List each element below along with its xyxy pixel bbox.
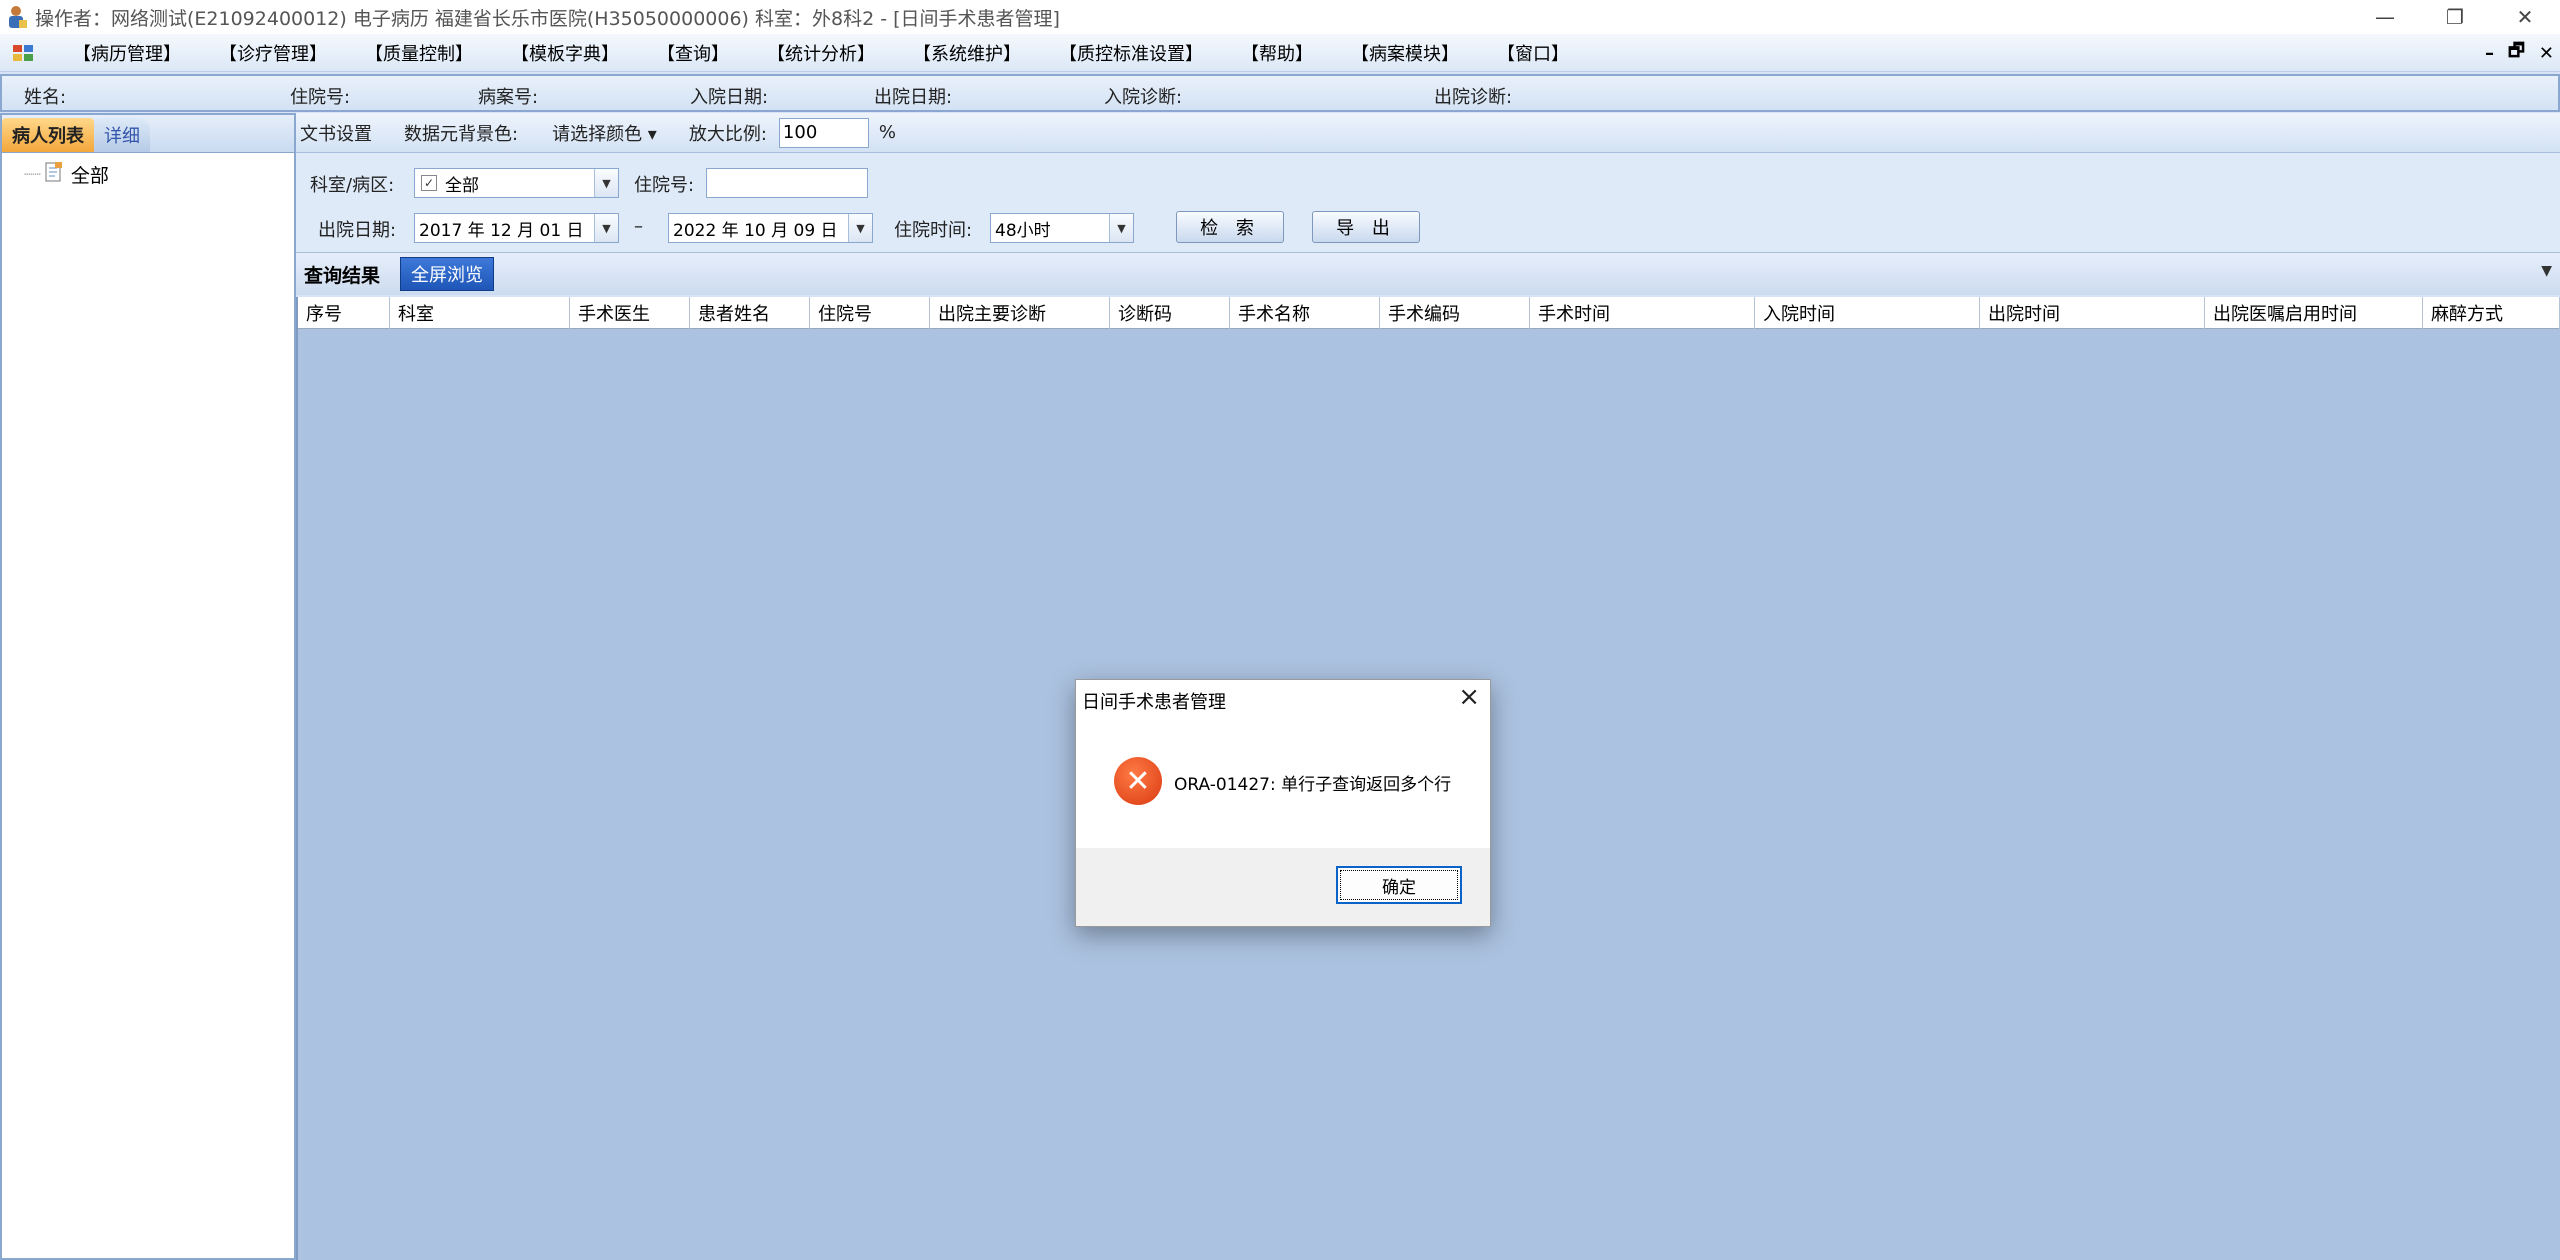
admit-date-label: 入院日期: bbox=[690, 87, 769, 108]
search-button[interactable]: 检 索 bbox=[1176, 211, 1284, 243]
inpatient-no-label: 住院号: bbox=[290, 87, 351, 108]
patient-info-strip: 姓名: 住院号: 病案号: 入院日期: 出院日期: 入院诊断: 出院诊断: bbox=[0, 74, 2560, 112]
date-from-value: 2017 年 12 月 01 日 bbox=[419, 220, 584, 241]
column-header[interactable]: 手术名称 bbox=[1230, 297, 1380, 329]
dept-select[interactable]: ✓ 全部 ▼ bbox=[414, 168, 619, 198]
menu-qc-standards[interactable]: 【质控标准设置】 bbox=[1040, 40, 1222, 66]
menu-statistics[interactable]: 【统计分析】 bbox=[748, 40, 894, 66]
stay-time-select[interactable]: 48小时 ▼ bbox=[990, 213, 1134, 243]
patient-list-panel: 病人列表 详细 ┈┈ 全部 bbox=[0, 113, 296, 1260]
dialog-title: 日间手术患者管理 bbox=[1082, 692, 1226, 713]
dept-value: 全部 bbox=[445, 175, 479, 196]
mdi-minimize-button[interactable]: – bbox=[2485, 43, 2494, 64]
zoom-input[interactable] bbox=[778, 117, 869, 148]
menu-medical-records[interactable]: 【病历管理】 bbox=[54, 40, 200, 66]
inpatient-no-filter-label: 住院号: bbox=[634, 175, 695, 196]
result-tabs: 查询结果 全屏浏览 ▼ bbox=[296, 253, 2560, 295]
mdi-close-button[interactable]: ✕ bbox=[2539, 43, 2554, 64]
patient-tree: ┈┈ 全部 bbox=[2, 153, 294, 1253]
app-icon bbox=[3, 4, 29, 30]
chevron-down-icon[interactable]: ▼ bbox=[848, 214, 872, 242]
menu-templates[interactable]: 【模板字典】 bbox=[492, 40, 638, 66]
window-title: 操作者：网络测试(E21092400012) 电子病历 福建省长乐市医院(H35… bbox=[35, 7, 1060, 30]
ok-button[interactable]: 确定 bbox=[1336, 866, 1462, 904]
column-header[interactable]: 手术编码 bbox=[1380, 297, 1530, 329]
doc-settings-button[interactable]: 文书设置 bbox=[300, 120, 372, 146]
date-to-picker[interactable]: 2022 年 10 月 09 日 ▼ bbox=[668, 213, 873, 243]
title-bar: 操作者：网络测试(E21092400012) 电子病历 福建省长乐市医院(H35… bbox=[0, 0, 2560, 34]
mdi-app-icon[interactable] bbox=[12, 43, 34, 63]
dialog-footer: 确定 bbox=[1076, 848, 1490, 926]
tab-detail[interactable]: 详细 bbox=[94, 118, 150, 152]
error-dialog: 日间手术患者管理 × ✕ ORA-01427: 单行子查询返回多个行 确定 bbox=[1075, 679, 1491, 927]
chevron-down-icon[interactable]: ▼ bbox=[1109, 214, 1133, 242]
grid-header: 序号 科室 手术医生 患者姓名 住院号 出院主要诊断 诊断码 手术名称 手术编码… bbox=[298, 297, 2560, 329]
zoom-unit: % bbox=[878, 122, 897, 143]
date-from-picker[interactable]: 2017 年 12 月 01 日 ▼ bbox=[414, 213, 619, 243]
discharge-diagnosis-label: 出院诊断: bbox=[1434, 87, 1513, 108]
discharge-date-filter-label: 出院日期: bbox=[318, 220, 397, 241]
panel-dropdown-icon[interactable]: ▼ bbox=[2541, 263, 2552, 279]
fullscreen-button[interactable]: 全屏浏览 bbox=[400, 257, 495, 291]
menu-bar: 【病历管理】 【诊疗管理】 【质量控制】 【模板字典】 【查询】 【统计分析】 … bbox=[0, 34, 2560, 72]
chevron-down-icon[interactable]: ▼ bbox=[594, 214, 618, 242]
discharge-date-label: 出院日期: bbox=[874, 87, 953, 108]
column-header[interactable]: 入院时间 bbox=[1755, 297, 1980, 329]
bg-color-label: 数据元背景色: bbox=[404, 123, 519, 145]
minimize-button[interactable]: — bbox=[2350, 0, 2420, 34]
column-header[interactable]: 患者姓名 bbox=[690, 297, 810, 329]
record-no-label: 病案号: bbox=[478, 87, 539, 108]
tab-query-results[interactable]: 查询结果 bbox=[304, 261, 380, 288]
document-toolstrip: 文书设置 数据元背景色: 请选择颜色 ▾ 放大比例: % bbox=[296, 113, 2560, 153]
close-button[interactable]: ✕ bbox=[2490, 0, 2560, 34]
menu-help[interactable]: 【帮助】 bbox=[1222, 40, 1332, 66]
column-header[interactable]: 出院医嘱启用时间 bbox=[2205, 297, 2423, 329]
column-header[interactable]: 诊断码 bbox=[1110, 297, 1230, 329]
tab-patient-list[interactable]: 病人列表 bbox=[2, 118, 94, 152]
choose-color-dropdown[interactable]: 请选择颜色 ▾ bbox=[552, 120, 657, 146]
inpatient-no-input[interactable] bbox=[706, 168, 868, 198]
stay-time-value: 48小时 bbox=[995, 220, 1051, 241]
column-header[interactable]: 住院号 bbox=[810, 297, 930, 329]
date-to-value: 2022 年 10 月 09 日 bbox=[673, 220, 838, 241]
menu-treatment[interactable]: 【诊疗管理】 bbox=[200, 40, 346, 66]
name-label: 姓名: bbox=[24, 87, 67, 108]
export-button[interactable]: 导 出 bbox=[1312, 211, 1420, 243]
menu-query[interactable]: 【查询】 bbox=[638, 40, 748, 66]
column-header[interactable]: 出院时间 bbox=[1980, 297, 2205, 329]
column-header[interactable]: 麻醉方式 bbox=[2423, 297, 2560, 329]
column-header[interactable]: 序号 bbox=[298, 297, 390, 329]
checkbox-icon[interactable]: ✓ bbox=[421, 175, 437, 191]
chevron-down-icon[interactable]: ▼ bbox=[594, 169, 618, 197]
admit-diagnosis-label: 入院诊断: bbox=[1104, 87, 1183, 108]
menu-window[interactable]: 【窗口】 bbox=[1478, 40, 1588, 66]
mdi-restore-button[interactable]: 🗗 bbox=[2508, 38, 2525, 68]
tree-node-all[interactable]: ┈┈ 全部 bbox=[24, 161, 109, 188]
date-separator: – bbox=[634, 216, 643, 237]
dialog-close-icon[interactable]: × bbox=[1458, 682, 1480, 712]
tree-connector: ┈┈ bbox=[24, 166, 41, 183]
query-filters: 科室/病区: ✓ 全部 ▼ 住院号: 出院日期: 2017 年 12 月 01 … bbox=[296, 153, 2560, 253]
error-message: ORA-01427: 单行子查询返回多个行 bbox=[1174, 775, 1452, 795]
menu-system[interactable]: 【系统维护】 bbox=[894, 40, 1040, 66]
column-header[interactable]: 科室 bbox=[390, 297, 570, 329]
column-header[interactable]: 手术时间 bbox=[1530, 297, 1755, 329]
tree-node-label: 全部 bbox=[70, 165, 109, 187]
menu-case-module[interactable]: 【病案模块】 bbox=[1332, 40, 1478, 66]
stay-time-label: 住院时间: bbox=[894, 220, 973, 241]
dept-label: 科室/病区: bbox=[310, 175, 395, 196]
menu-quality-control[interactable]: 【质量控制】 bbox=[346, 40, 492, 66]
zoom-label: 放大比例: bbox=[688, 123, 767, 145]
error-icon: ✕ bbox=[1114, 757, 1162, 805]
column-header[interactable]: 出院主要诊断 bbox=[930, 297, 1110, 329]
column-header[interactable]: 手术医生 bbox=[570, 297, 690, 329]
restore-button[interactable]: ❐ bbox=[2420, 0, 2490, 34]
document-icon bbox=[43, 161, 65, 188]
